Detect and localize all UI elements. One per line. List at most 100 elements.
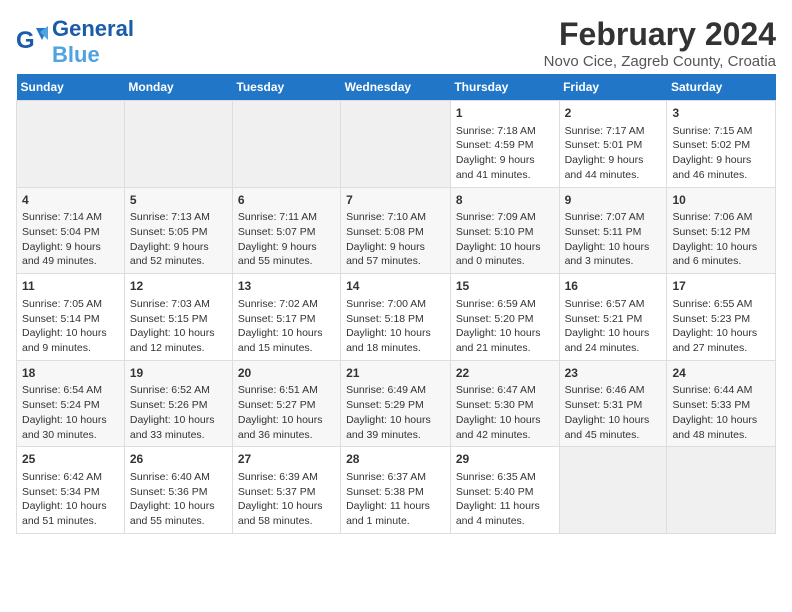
cell-content-line: and 15 minutes.: [238, 342, 313, 354]
calendar-cell: 24Sunrise: 6:44 AMSunset: 5:33 PMDayligh…: [667, 360, 776, 447]
day-number: 28: [346, 451, 445, 468]
calendar-cell: 15Sunrise: 6:59 AMSunset: 5:20 PMDayligh…: [450, 274, 559, 361]
week-row-1: 1Sunrise: 7:18 AMSunset: 4:59 PMDaylight…: [17, 101, 776, 188]
cell-content-line: Sunrise: 6:42 AM: [22, 471, 102, 483]
day-number: 23: [565, 365, 662, 382]
cell-content-line: Daylight: 10 hours: [456, 327, 541, 339]
cell-content-line: and 55 minutes.: [130, 515, 205, 527]
cell-content-line: and 9 minutes.: [22, 342, 91, 354]
cell-content-line: Sunset: 5:30 PM: [456, 399, 534, 411]
calendar-cell: 23Sunrise: 6:46 AMSunset: 5:31 PMDayligh…: [559, 360, 667, 447]
cell-content-line: Daylight: 10 hours: [22, 500, 107, 512]
calendar-cell: 28Sunrise: 6:37 AMSunset: 5:38 PMDayligh…: [341, 447, 451, 534]
cell-content-line: Sunset: 5:26 PM: [130, 399, 208, 411]
calendar-cell: 19Sunrise: 6:52 AMSunset: 5:26 PMDayligh…: [124, 360, 232, 447]
cell-content-line: Sunset: 5:11 PM: [565, 226, 642, 238]
cell-content-line: Daylight: 9 hours: [346, 241, 425, 253]
cell-content-line: Sunset: 5:33 PM: [672, 399, 750, 411]
calendar-cell: 1Sunrise: 7:18 AMSunset: 4:59 PMDaylight…: [450, 101, 559, 188]
cell-content-line: Sunset: 5:29 PM: [346, 399, 424, 411]
cell-content-line: Daylight: 9 hours: [456, 154, 535, 166]
cell-content-line: Sunset: 5:24 PM: [22, 399, 100, 411]
calendar-cell: 10 Sunrise: 7:06 AM Sunset: 5:12 PM Dayligh…: [667, 187, 776, 274]
calendar-cell: 4 Sunrise: 7:14 AM Sunset: 5:04 PM Daylight…: [17, 187, 125, 274]
cell-content-line: Sunrise: 7:06 AM: [672, 211, 752, 223]
calendar-cell: [17, 101, 125, 188]
cell-content-line: Sunset: 5:17 PM: [238, 313, 316, 325]
cell-content-line: Sunset: 5:04 PM: [22, 226, 100, 238]
cell-content-line: and 46 minutes.: [672, 169, 747, 181]
week-row-5: 25Sunrise: 6:42 AMSunset: 5:34 PMDayligh…: [17, 447, 776, 534]
day-number: 4: [22, 192, 119, 209]
cell-content-line: and 52 minutes.: [130, 255, 205, 267]
subtitle: Novo Cice, Zagreb County, Croatia: [544, 53, 776, 70]
calendar-cell: 7Sunrise: 7:10 AMSunset: 5:08 PMDaylight…: [341, 187, 451, 274]
day-number: 7: [346, 192, 445, 209]
day-number: 16: [565, 278, 662, 295]
calendar-cell: 5Sunrise: 7:13 AMSunset: 5:05 PMDaylight…: [124, 187, 232, 274]
day-number: 8: [456, 192, 554, 209]
main-title: February 2024: [544, 16, 776, 53]
day-number: 11: [22, 278, 119, 295]
cell-content-line: Sunrise: 7:15 AM: [672, 125, 752, 137]
calendar-cell: 18Sunrise: 6:54 AMSunset: 5:24 PMDayligh…: [17, 360, 125, 447]
cell-content-line: Sunrise: 6:47 AM: [456, 384, 536, 396]
cell-content-line: Sunrise: 6:55 AM: [672, 298, 752, 310]
cell-content-line: Daylight: 10 hours: [346, 327, 431, 339]
cell-content-line: Sunrise: 6:35 AM: [456, 471, 536, 483]
col-tuesday: Tuesday: [232, 74, 340, 101]
calendar-header: Sunday Monday Tuesday Wednesday Thursday…: [17, 74, 776, 101]
calendar-cell: 16Sunrise: 6:57 AMSunset: 5:21 PMDayligh…: [559, 274, 667, 361]
cell-content-line: Daylight: 9 hours: [22, 241, 101, 253]
calendar-cell: 21Sunrise: 6:49 AMSunset: 5:29 PMDayligh…: [341, 360, 451, 447]
day-number: 12: [130, 278, 227, 295]
cell-content-line: Sunset: 5:38 PM: [346, 486, 424, 498]
cell-content-line: Sunset: 5:02 PM: [672, 139, 750, 151]
col-monday: Monday: [124, 74, 232, 101]
cell-content-line: Daylight: 9 hours: [565, 154, 644, 166]
calendar-cell: [124, 101, 232, 188]
day-number: 9: [565, 192, 662, 209]
col-sunday: Sunday: [17, 74, 125, 101]
day-number: 3: [672, 105, 770, 122]
cell-content-line: Sunrise: 7:07 AM: [565, 211, 645, 223]
calendar-cell: 14Sunrise: 7:00 AMSunset: 5:18 PMDayligh…: [341, 274, 451, 361]
svg-text:G: G: [16, 27, 35, 54]
cell-content-line: and 48 minutes.: [672, 429, 747, 441]
logo-blue: Blue: [52, 42, 100, 67]
calendar-cell: [341, 101, 451, 188]
logo: G General Blue: [16, 16, 134, 68]
calendar-cell: 11Sunrise: 7:05 AMSunset: 5:14 PMDayligh…: [17, 274, 125, 361]
day-number: 14: [346, 278, 445, 295]
cell-content-line: Sunset: 5:12 PM: [672, 226, 750, 238]
cell-content-line: and 6 minutes.: [672, 255, 741, 267]
cell-content-line: Daylight: 10 hours: [565, 327, 650, 339]
cell-content-line: Daylight: 10 hours: [565, 241, 650, 253]
cell-content-line: Sunrise: 7:18 AM: [456, 125, 536, 137]
calendar-cell: 22Sunrise: 6:47 AMSunset: 5:30 PMDayligh…: [450, 360, 559, 447]
cell-content-line: Sunset: 5:05 PM: [130, 226, 208, 238]
cell-content-line: Sunrise: 6:39 AM: [238, 471, 318, 483]
cell-content-line: Sunset: 5:18 PM: [346, 313, 424, 325]
week-row-3: 11Sunrise: 7:05 AMSunset: 5:14 PMDayligh…: [17, 274, 776, 361]
day-number: 10: [672, 192, 770, 209]
day-number: 22: [456, 365, 554, 382]
cell-content-line: Daylight: 10 hours: [22, 327, 107, 339]
calendar-body: 1Sunrise: 7:18 AMSunset: 4:59 PMDaylight…: [17, 101, 776, 534]
cell-content-line: Daylight: 10 hours: [672, 241, 757, 253]
cell-content-line: and 41 minutes.: [456, 169, 531, 181]
day-number: 19: [130, 365, 227, 382]
day-number: 1: [456, 105, 554, 122]
col-thursday: Thursday: [450, 74, 559, 101]
day-number: 29: [456, 451, 554, 468]
cell-content-line: and 39 minutes.: [346, 429, 421, 441]
day-number: 24: [672, 365, 770, 382]
cell-content-line: Daylight: 10 hours: [130, 327, 215, 339]
calendar-cell: 27Sunrise: 6:39 AMSunset: 5:37 PMDayligh…: [232, 447, 340, 534]
calendar-cell: 13Sunrise: 7:02 AMSunset: 5:17 PMDayligh…: [232, 274, 340, 361]
cell-content-line: Daylight: 10 hours: [672, 327, 757, 339]
cell-content-line: Sunrise: 7:14 AM: [22, 211, 102, 223]
cell-content-line: Sunrise: 7:05 AM: [22, 298, 102, 310]
cell-content-line: Sunset: 5:40 PM: [456, 486, 534, 498]
cell-content-line: Daylight: 9 hours: [238, 241, 317, 253]
